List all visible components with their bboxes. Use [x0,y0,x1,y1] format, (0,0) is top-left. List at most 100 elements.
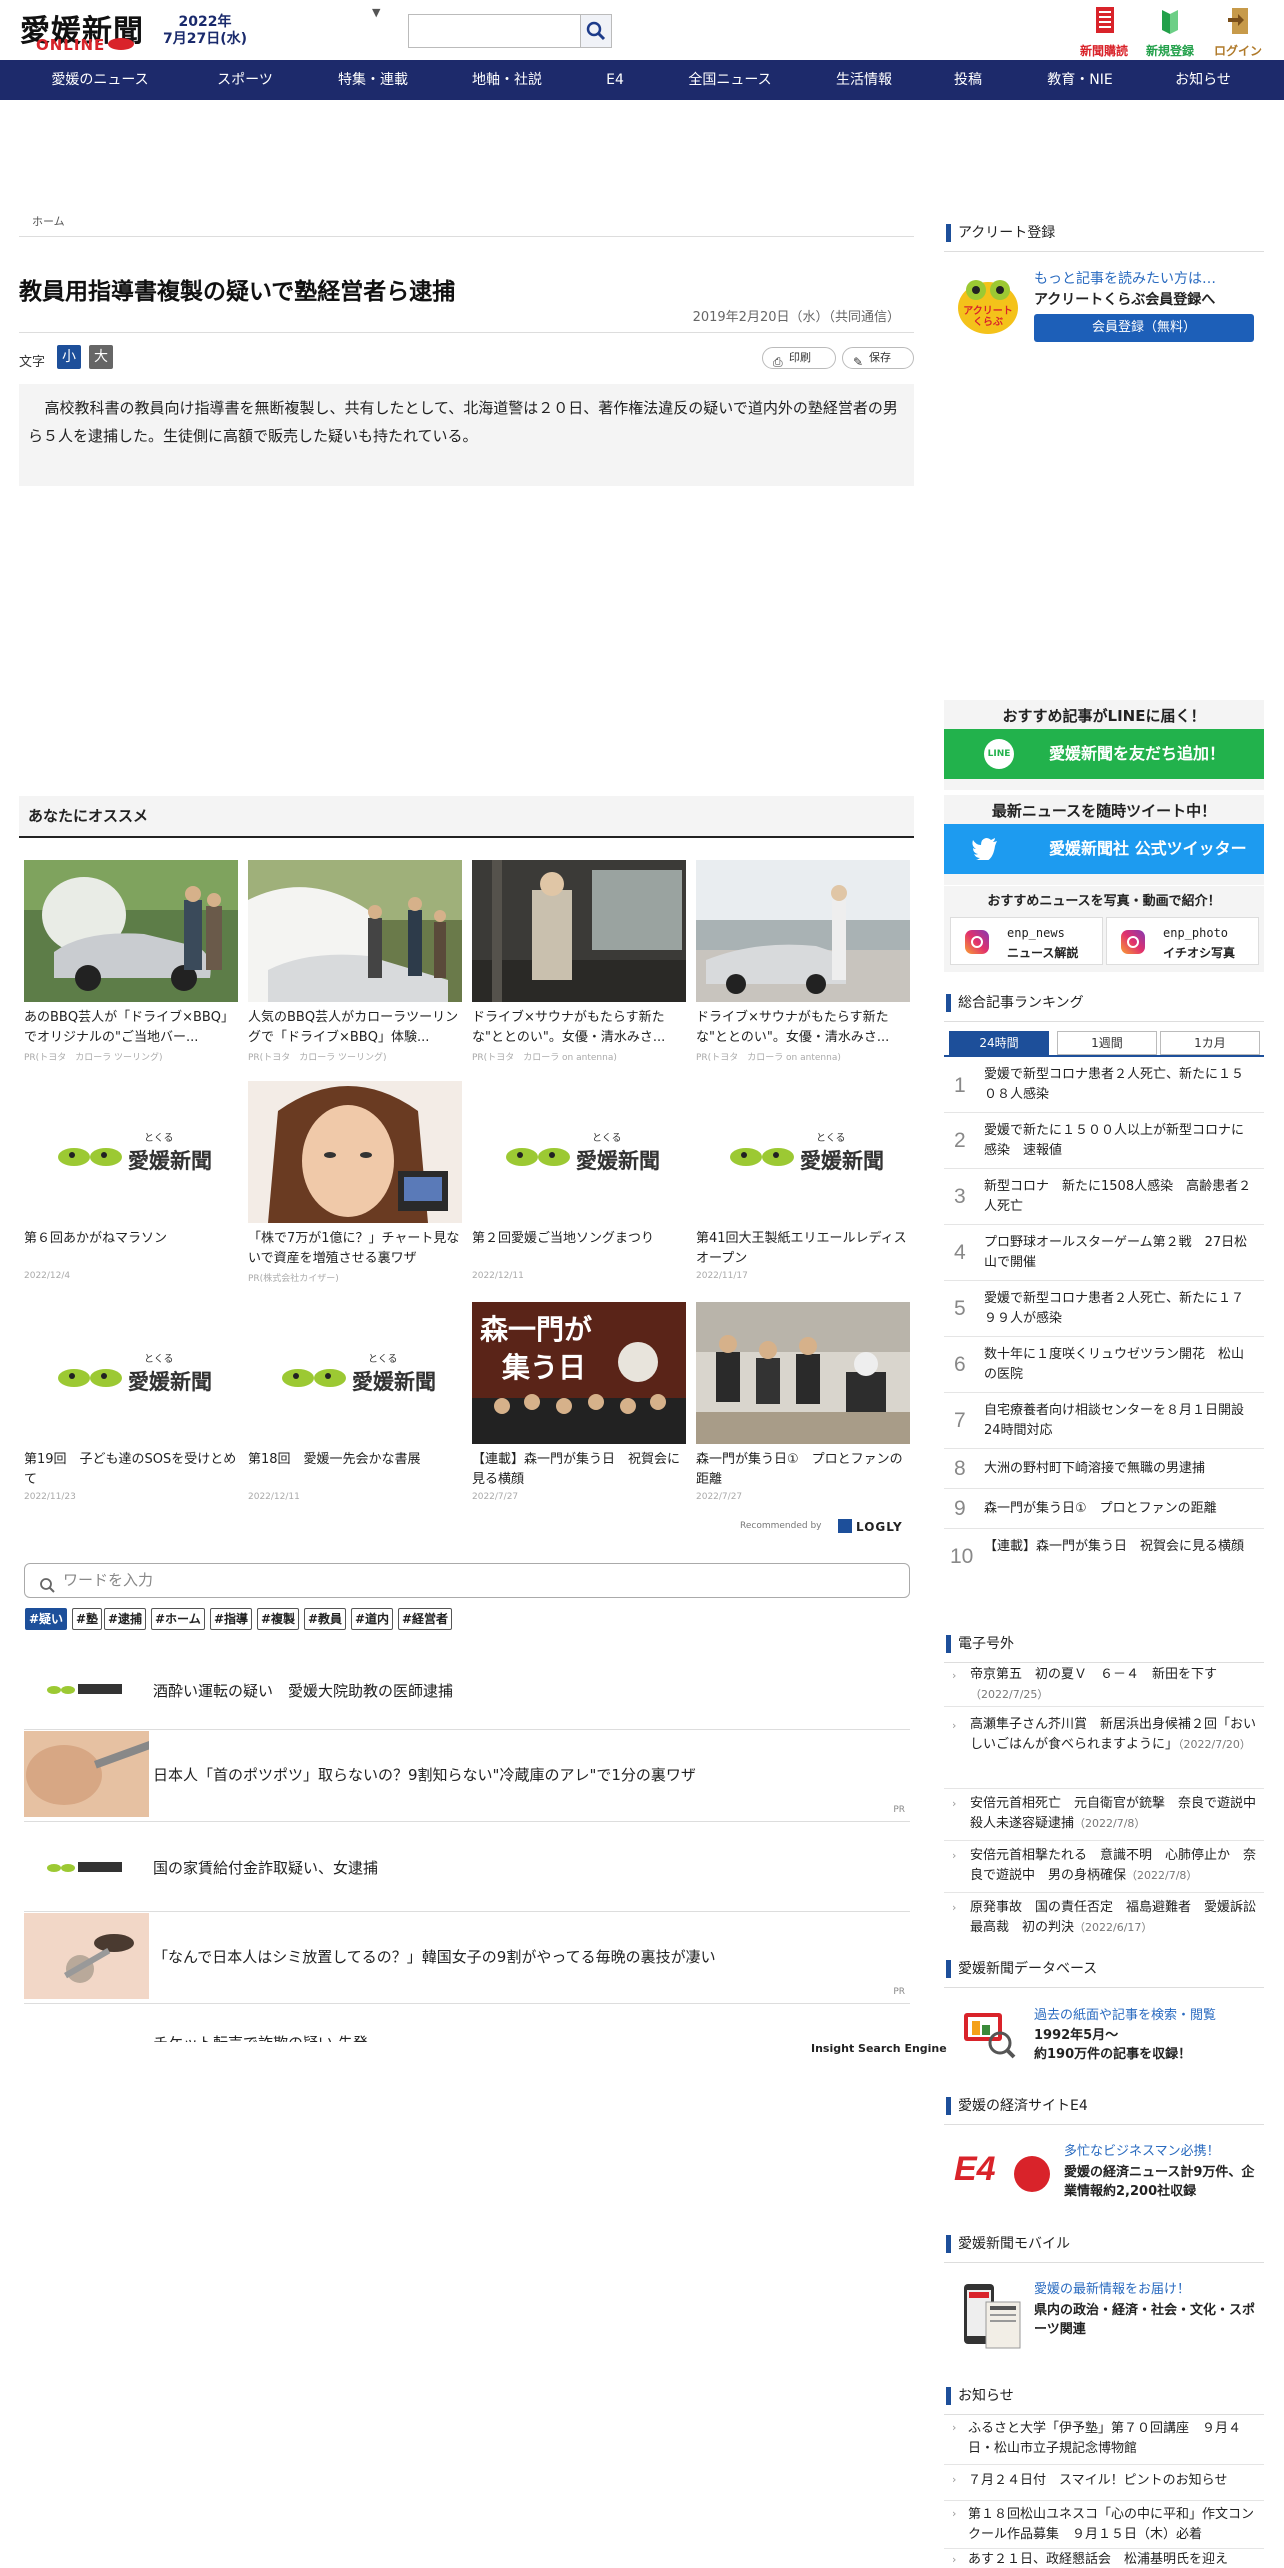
card-image [696,860,910,1002]
card-title: 人気のBBQ芸人がカローラツーリングで「ドライブ×BBQ」体験... [248,1010,459,1045]
nav-item-education[interactable]: 教育・NIE [1030,60,1130,100]
extra-item[interactable]: › 原発事故 国の責任否定 福島避難者 愛媛訴訟 最高裁 初の判決（2022/6… [944,1893,1269,1945]
card-title: 第41回大王製紙エリエールレディスオープン [696,1231,907,1266]
ranking-item[interactable]: 3 新型コロナ 新たに1508人感染 高齢患者２人死亡 [944,1169,1264,1225]
news-list-item[interactable]: 「なんで日本人はシミ放置してるの？」韓国女子の9割がやってる毎晩の裏技が凄い P… [24,1912,910,2004]
info-item[interactable]: › あす２１日、政経懇話会 松浦基明氏を迎え [944,2549,1264,2568]
ranking-item[interactable]: 8 大洲の野村町下崎溶接で無職の男逮捕 [944,1449,1264,1489]
recommend-card[interactable]: 愛媛新聞 とくる 第18回 愛媛一先会かな書展 2022/12/11 [248,1302,462,1502]
ranking-item[interactable]: 5 愛媛で新型コロナ患者２人死亡、新たに１７９９人が感染 [944,1281,1264,1337]
line-add-friend-button[interactable]: LINE 愛媛新聞を友だち追加！ [944,729,1264,779]
card-title: あのBBQ芸人が「ドライブ×BBQ」でオリジナルの"ご当地バー... [24,1010,235,1045]
twitter-follow-label: 愛媛新聞社 公式ツイッター [1049,839,1247,858]
chevron-right-icon: › [952,2473,957,2486]
tab-1week[interactable]: 1週間 [1057,1031,1157,1055]
nav-item-features[interactable]: 特集・連載 [318,60,428,100]
tag-button[interactable]: #指導 [210,1608,253,1630]
ranking-item[interactable]: 9 森一門が集う日① プロとファンの距離 [944,1489,1264,1529]
news-list-item[interactable]: 国の家賃給付金詐取疑い、女逮捕 [24,1822,910,1912]
nav-item-notices[interactable]: お知らせ [1158,60,1248,100]
card-title: 第６回あかがねマラソン [24,1231,168,1246]
news-title: 日本人「首のポツポツ」取らないの？9割知らない"冷蔵庫のアレ"で1分の裏ワザ [153,1766,696,1784]
ranking-item[interactable]: 4 プロ野球オールスターゲーム第２戦 27日松山で開催 [944,1225,1264,1281]
word-search-input[interactable]: ワードを入力 [24,1563,910,1598]
recommend-card[interactable]: ドライブ×サウナがもたらす新たな"ととのい"。女優・清水みさ... PR(トヨタ… [472,860,686,1063]
recommend-card[interactable]: 愛媛新聞 とくる 第２回愛媛ご当地ソングまつり 2022/12/11 [472,1081,686,1281]
register-book-icon [1162,10,1178,34]
twitter-follow-button[interactable]: 愛媛新聞社 公式ツイッター [944,824,1264,874]
ranking-item[interactable]: 2 愛媛で新たに１５００人以上が新型コロナに感染 速報値 [944,1113,1264,1169]
site-logo-sub[interactable]: ONLINE [36,36,105,54]
acreet-club-badge[interactable]: アクリートくらぶ [956,272,1020,336]
paperclip-icon: ✎ [853,355,864,369]
poster-text: 集う日 [502,1351,587,1384]
logly-logo[interactable]: LOGLY [838,1519,903,1534]
header-search-input[interactable] [408,14,582,48]
tab-24h[interactable]: 24時間 [949,1031,1049,1055]
extra-item[interactable]: › 安倍元首相死亡 元自衛官が銃撃 奈良で遊説中 殺人未遂容疑逮捕（2022/7… [944,1789,1269,1841]
login-label: ログイン [1213,44,1262,58]
chevron-right-icon: › [952,1849,957,1862]
instagram-photo-link[interactable]: enp_photo イチオシ写真 [1106,917,1259,965]
recommend-card[interactable]: ドライブ×サウナがもたらす新たな"ととのい"。女優・清水みさ... PR(トヨタ… [696,860,910,1063]
extra-item[interactable]: › 安倍元首相撃たれる 意識不明 心肺停止か 奈良で遊説中 男の身柄確保（202… [944,1841,1264,1893]
breadcrumb[interactable]: ホーム [32,213,65,229]
register-link[interactable]: 新規登録 [1140,6,1200,59]
article-date-source: 2019年2月20日（水）（共同通信） [692,310,900,325]
nav-item-ehime-news[interactable]: 愛媛のニュース [30,60,170,100]
ranking-item[interactable]: 1 愛媛で新型コロナ患者２人死亡、新たに１５０８人感染 [944,1059,1264,1113]
recommend-card[interactable]: 愛媛新聞 とくる 第６回あかがねマラソン 2022/12/4 [24,1081,238,1281]
dropdown-triangle-icon[interactable]: ▼ [372,6,380,19]
tag-button[interactable]: #ホーム [151,1608,205,1630]
tag-button[interactable]: #道内 [351,1608,394,1630]
tag-button[interactable]: #複製 [257,1608,300,1630]
instagram-news-link[interactable]: enp_news ニュース解説 [950,917,1103,965]
nav-item-editorial[interactable]: 地軸・社説 [452,60,562,100]
news-list-item[interactable]: 日本人「首のポツポツ」取らないの？9割知らない"冷蔵庫のアレ"で1分の裏ワザ P… [24,1730,910,1822]
recommend-card[interactable]: 森一門が 集う日 【連載】森一門が集う日 祝賀会に見る横顔 2022/7/27 [472,1302,686,1502]
nav-item-e4[interactable]: E4 [590,60,640,100]
tag-button[interactable]: #疑い [25,1608,68,1630]
info-item[interactable]: › ７月２４日付 スマイル！ピントのお知らせ [944,2465,1264,2501]
header-search-button[interactable] [580,14,612,48]
ranking-item[interactable]: 6 数十年に１度咲くリュウゼツラン開花 松山の医院 [944,1337,1264,1393]
e4-logo[interactable]: E4 [954,2150,1014,2194]
login-link[interactable]: ログイン [1208,6,1268,59]
nav-item-life[interactable]: 生活情報 [814,60,914,100]
mobile-phone-icon[interactable] [960,2282,1022,2352]
ranking-item[interactable]: 7 自宅療養者向け相談センターを８月１日開設 24時間対応 [944,1393,1264,1449]
recommend-card[interactable]: 人気のBBQ芸人がカローラツーリングで「ドライブ×BBQ」体験... PR(トヨ… [248,860,462,1063]
ehime-shimbun-logo: 愛媛新聞 とくる [696,1081,910,1223]
recommend-card[interactable]: 愛媛新聞 とくる 第19回 子ども達のSOSを受けとめて 2022/11/23 [24,1302,238,1502]
info-item[interactable]: › ふるさと大学「伊予塾」第７０回講座 ９月４日・松山市立子規記念博物館 [944,2415,1264,2465]
subscribe-link[interactable]: 新聞購読 [1074,6,1134,59]
extra-item[interactable]: › 帝京第五 初の夏Ｖ ６－４ 新田を下す （2022/7/25） [944,1663,1264,1707]
recommend-card[interactable]: あのBBQ芸人が「ドライブ×BBQ」でオリジナルの"ご当地バー... PR(トヨ… [24,860,238,1063]
nav-item-national[interactable]: 全国ニュース [670,60,790,100]
register-member-button[interactable]: 会員登録（無料） [1034,314,1254,342]
twitter-bird-icon [972,838,997,860]
font-size-small-button[interactable]: 小 [57,345,81,369]
news-list-item[interactable]: チケット転売で詐欺の疑い 先発 [24,2004,910,2042]
ranking-item[interactable]: 10 【連載】森一門が集う日 祝賀会に見る横顔 [944,1529,1264,1585]
tag-button[interactable]: #塾 [72,1608,103,1630]
recommend-card[interactable]: 森一門が集う日① プロとファンの距離 2022/7/27 [696,1302,910,1502]
tag-button[interactable]: #逮捕 [104,1608,147,1630]
extra-item[interactable]: › 高瀬隼子さん芥川賞 新居浜出身候補２回「おいしいごはんが食べられますように」… [944,1707,1264,1789]
nav-item-post[interactable]: 投稿 [938,60,998,100]
tag-button[interactable]: #経営者 [398,1608,453,1630]
sidebar-heading-extra: 電子号外 [944,1629,1264,1663]
news-list-item[interactable]: 酒酔い運転の疑い 愛媛大院助教の医師逮捕 [24,1650,910,1730]
print-button[interactable]: ⎙ 印刷 [762,347,836,369]
subscribe-label: 新聞購読 [1079,44,1128,58]
font-size-large-button[interactable]: 大 [89,345,113,369]
tab-1month[interactable]: 1カ月 [1160,1031,1260,1055]
database-search-icon[interactable] [960,2005,1016,2061]
recommend-card[interactable]: 愛媛新聞 とくる 第41回大王製紙エリエールレディスオープン 2022/11/1… [696,1081,910,1281]
insight-search-engine-label[interactable]: Insight Search Engine [811,2042,947,2055]
nav-item-sports[interactable]: スポーツ [190,60,300,100]
tag-button[interactable]: #教員 [304,1608,347,1630]
save-button[interactable]: ✎ 保存 [842,347,914,369]
recommend-card[interactable]: 「株で7万が1億に？」チャート見ないで資産を増殖させる裏ワザ PR(株式会社カイ… [248,1081,462,1284]
info-item[interactable]: › 第１８回松山ユネスコ「心の中に平和」作文コンクール作品募集 ９月１５日（木）… [944,2501,1264,2549]
